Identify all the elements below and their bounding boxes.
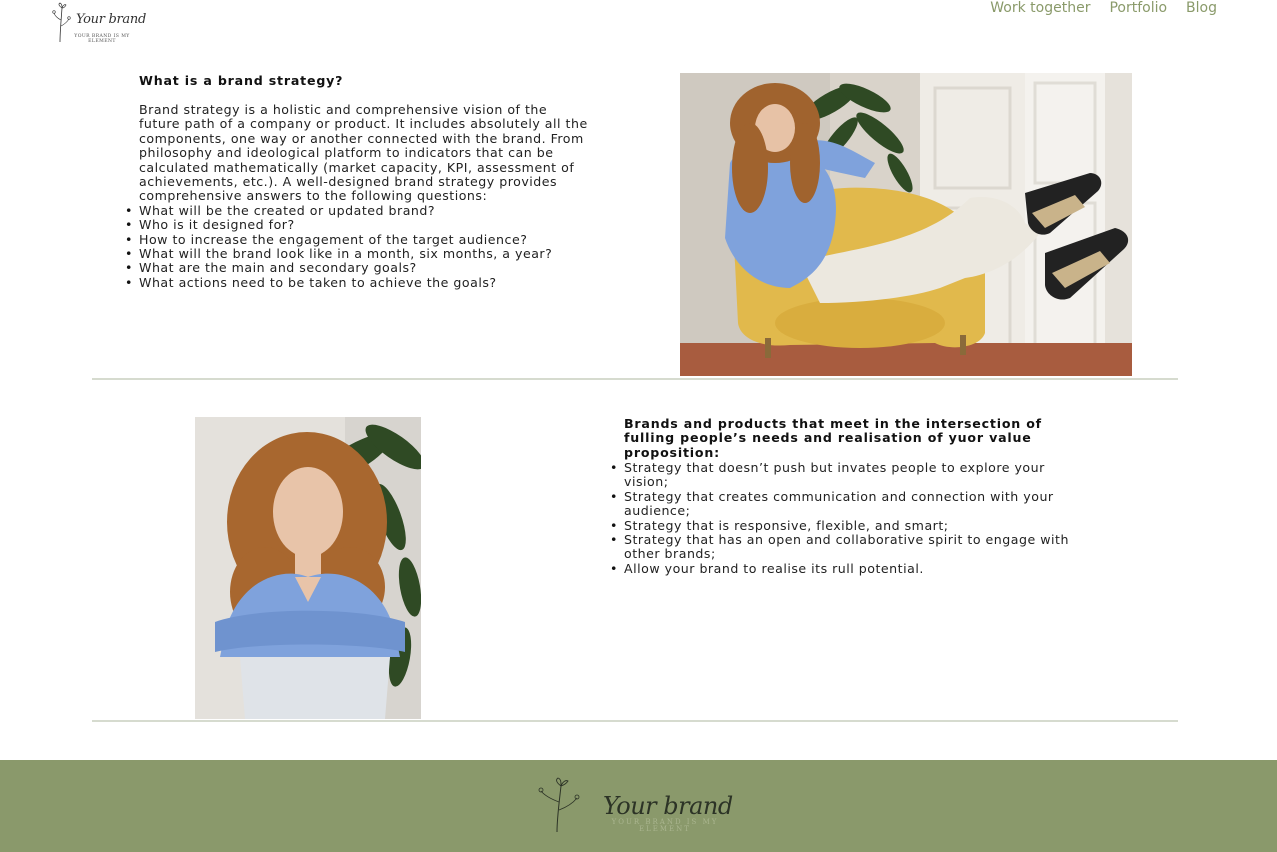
- list-item: Strategy that is responsive, flexible, a…: [610, 518, 1074, 534]
- brand-strategy-text: Brand strategy is a holistic and compreh…: [125, 102, 591, 291]
- list-item: Strategy that creates communication and …: [610, 489, 1074, 519]
- footer: Your brand YOUR BRAND IS MY ELEMENT: [0, 760, 1277, 852]
- main-nav: Work together Portfolio Blog: [990, 0, 1217, 17]
- nav-link-portfolio[interactable]: Portfolio: [1109, 0, 1167, 17]
- footer-logo-tagline: YOUR BRAND IS MY ELEMENT: [611, 818, 719, 833]
- nav-link-blog[interactable]: Blog: [1186, 0, 1217, 17]
- list-item: What actions need to be taken to achieve…: [125, 275, 591, 291]
- logo-tagline: YOUR BRAND IS MY ELEMENT: [74, 34, 130, 44]
- strategy-points-list: Strategy that doesn’t push but invates p…: [610, 460, 1074, 577]
- strategy-points: Strategy that doesn’t push but invates p…: [610, 460, 1074, 577]
- photo-woman-arms-crossed: [195, 417, 421, 719]
- flower-sketch-icon: [538, 777, 580, 833]
- list-item: Strategy that doesn’t push but invates p…: [610, 460, 1074, 490]
- list-item: What are the main and secondary goals?: [125, 261, 591, 277]
- section-heading-brand-strategy: What is a brand strategy?: [139, 73, 344, 88]
- logo-script-text: Your brand: [76, 12, 146, 27]
- list-item: Who is it designed for?: [125, 217, 591, 233]
- brand-strategy-questions: What will be the created or updated bran…: [125, 203, 591, 291]
- section-divider: [92, 378, 1178, 380]
- list-item: Allow your brand to realise its rull pot…: [610, 561, 1074, 577]
- header-logo[interactable]: Your brand YOUR BRAND IS MY ELEMENT: [50, 2, 146, 46]
- list-item: What will be the created or updated bran…: [125, 203, 591, 219]
- photo-woman-in-armchair: [680, 73, 1132, 376]
- nav-link-work-together[interactable]: Work together: [990, 0, 1090, 17]
- brand-strategy-paragraph: Brand strategy is a holistic and compreh…: [139, 102, 588, 204]
- footer-logo[interactable]: Your brand YOUR BRAND IS MY ELEMENT: [535, 776, 745, 836]
- footer-logo-script: Your brand: [603, 792, 733, 820]
- section-divider: [92, 720, 1178, 722]
- section-heading-brands-and-products: Brands and products that meet in the int…: [624, 416, 1042, 460]
- list-item: Strategy that has an open and collaborat…: [610, 532, 1074, 562]
- list-item: How to increase the engagement of the ta…: [125, 232, 591, 248]
- list-item: What will the brand look like in a month…: [125, 246, 591, 262]
